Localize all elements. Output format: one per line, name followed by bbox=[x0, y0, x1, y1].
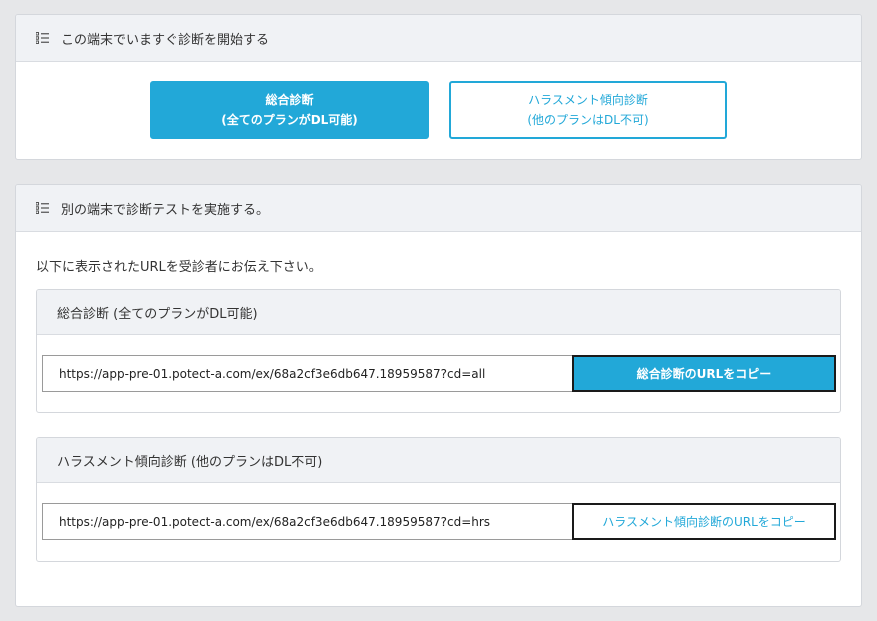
start-comprehensive-button[interactable]: 総合診断 (全てのプランがDL可能) bbox=[150, 81, 429, 139]
copy-harassment-url-button[interactable]: ハラスメント傾向診断のURLをコピー bbox=[572, 503, 836, 540]
start-here-title: この端末でいますぐ診断を開始する bbox=[61, 32, 270, 48]
copy-harassment-url-label: ハラスメント傾向診断のURLをコピー bbox=[602, 515, 806, 529]
start-harassment-button[interactable]: ハラスメント傾向診断 (他のプランはDL不可) bbox=[449, 81, 727, 139]
comprehensive-url-title: 総合診断 (全てのプランがDL可能) bbox=[57, 306, 258, 322]
start-comprehensive-sublabel: (全てのプランがDL可能) bbox=[221, 113, 358, 127]
harassment-url-panel: ハラスメント傾向診断 (他のプランはDL不可) https://app-pre-… bbox=[36, 437, 841, 562]
other-device-panel: 別の端末で診断テストを実施する。 以下に表示されたURLを受診者にお伝え下さい。… bbox=[15, 184, 862, 607]
harassment-url-field[interactable]: https://app-pre-01.potect-a.com/ex/68a2c… bbox=[42, 503, 572, 540]
other-device-header: 別の端末で診断テストを実施する。 bbox=[16, 185, 861, 232]
harassment-url-title: ハラスメント傾向診断 (他のプランはDL不可) bbox=[57, 454, 323, 470]
comprehensive-url-field[interactable]: https://app-pre-01.potect-a.com/ex/68a2c… bbox=[42, 355, 572, 392]
harassment-url-row: https://app-pre-01.potect-a.com/ex/68a2c… bbox=[42, 503, 836, 540]
list-icon bbox=[36, 202, 49, 214]
start-harassment-sublabel: (他のプランはDL不可) bbox=[527, 113, 649, 127]
list-icon bbox=[36, 32, 49, 44]
harassment-url-value: https://app-pre-01.potect-a.com/ex/68a2c… bbox=[59, 514, 491, 529]
start-comprehensive-label: 総合診断 bbox=[265, 93, 314, 107]
comprehensive-url-header: 総合診断 (全てのプランがDL可能) bbox=[37, 290, 840, 335]
intro-text: 以下に表示されたURLを受診者にお伝え下さい。 bbox=[36, 260, 322, 275]
start-buttons: 総合診断 (全てのプランがDL可能) ハラスメント傾向診断 (他のプランはDL不… bbox=[150, 81, 727, 139]
comprehensive-url-row: https://app-pre-01.potect-a.com/ex/68a2c… bbox=[42, 355, 836, 392]
copy-comprehensive-url-button[interactable]: 総合診断のURLをコピー bbox=[572, 355, 836, 392]
comprehensive-url-panel: 総合診断 (全てのプランがDL可能) https://app-pre-01.po… bbox=[36, 289, 841, 413]
harassment-url-header: ハラスメント傾向診断 (他のプランはDL不可) bbox=[37, 438, 840, 483]
other-device-title: 別の端末で診断テストを実施する。 bbox=[61, 202, 270, 218]
copy-comprehensive-url-label: 総合診断のURLをコピー bbox=[636, 367, 772, 381]
start-here-panel: この端末でいますぐ診断を開始する 総合診断 (全てのプランがDL可能) ハラスメ… bbox=[15, 14, 862, 160]
comprehensive-url-value: https://app-pre-01.potect-a.com/ex/68a2c… bbox=[59, 366, 486, 381]
start-here-header: この端末でいますぐ診断を開始する bbox=[16, 15, 861, 62]
start-harassment-label: ハラスメント傾向診断 bbox=[528, 93, 648, 107]
